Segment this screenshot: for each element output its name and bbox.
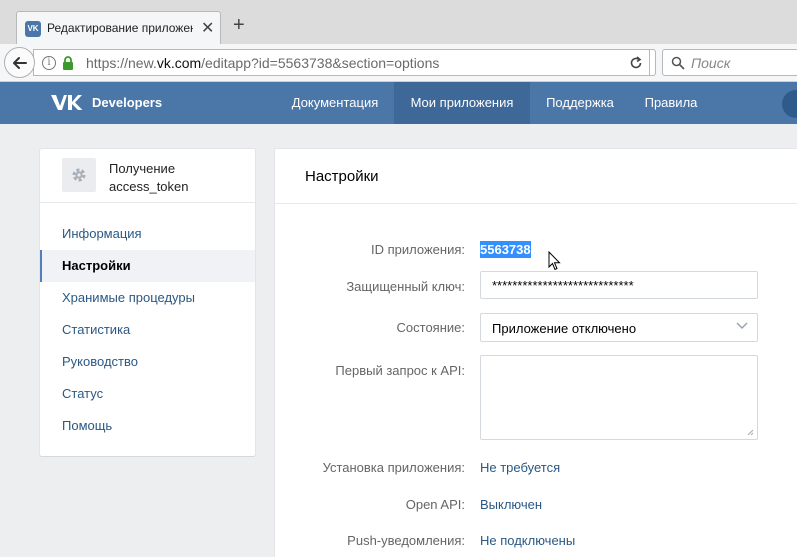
reload-icon [630, 56, 642, 69]
vk-favicon-icon: VK [25, 21, 41, 37]
secret-key-label: Защищенный ключ: [346, 279, 465, 294]
secret-key-value: **************************** [492, 278, 634, 293]
vk-header: Developers Документация Мои приложения П… [0, 82, 797, 124]
panel-header: Настройки [275, 149, 797, 204]
first-request-label: Первый запрос к API: [335, 363, 465, 378]
search-placeholder: Поиск [691, 55, 731, 71]
nav-documentation[interactable]: Документация [276, 82, 394, 124]
app-id-value[interactable]: 5563738 [480, 241, 531, 258]
first-request-textarea[interactable] [480, 355, 758, 440]
resize-handle-icon[interactable] [746, 428, 754, 436]
sidebar-item-help[interactable]: Помощь [40, 410, 255, 442]
state-select[interactable]: Приложение отключено [480, 313, 758, 342]
openapi-label: Open API: [405, 497, 465, 512]
sidebar-item-settings[interactable]: Настройки [40, 250, 255, 282]
reload-button[interactable] [622, 49, 650, 76]
app-name: Получение access_token [109, 161, 189, 194]
page-title: Настройки [305, 168, 379, 185]
browser-navbar: i https://new.vk.com/editapp?id=5563738&… [0, 44, 797, 82]
install-label: Установка приложения: [322, 460, 465, 475]
app-id-label: ID приложения: [371, 242, 465, 257]
lock-icon [63, 56, 73, 70]
url-prefix: https://new. [86, 55, 157, 71]
chevron-down-icon [736, 322, 748, 329]
browser-tab[interactable]: VK Редактирование приложения ✕ [16, 11, 221, 44]
new-tab-icon[interactable]: + [233, 15, 245, 35]
url-domain: vk.com [156, 55, 202, 71]
tab-title: Редактирование приложения [47, 21, 193, 35]
sidebar-item-info[interactable]: Информация [40, 218, 255, 250]
mouse-cursor-icon [548, 251, 561, 271]
state-select-value: Приложение отключено [492, 321, 637, 336]
install-value-link[interactable]: Не требуется [480, 460, 560, 475]
address-bar[interactable]: i https://new.vk.com/editapp?id=5563738&… [33, 49, 656, 76]
close-tab-icon[interactable]: ✕ [201, 18, 214, 38]
vk-logo-icon[interactable] [50, 93, 83, 113]
nav-support[interactable]: Поддержка [530, 82, 630, 124]
app-sidebar: Получение access_token Информация Настро… [40, 149, 255, 456]
nav-rules[interactable]: Правила [630, 82, 712, 124]
sidebar-item-guide[interactable]: Руководство [40, 346, 255, 378]
app-card[interactable]: Получение access_token [40, 149, 255, 203]
state-label: Состояние: [396, 320, 465, 335]
push-label: Push-уведомления: [347, 533, 465, 548]
app-gear-icon [62, 158, 96, 192]
developers-brand[interactable]: Developers [92, 95, 162, 110]
nav-my-apps[interactable]: Мои приложения [394, 82, 530, 124]
back-arrow-icon [13, 57, 27, 69]
openapi-value-link[interactable]: Выключен [480, 497, 542, 512]
settings-panel: Настройки ID приложения: 5563738 Защищен… [275, 149, 797, 557]
sidebar-item-stored-procedures[interactable]: Хранимые процедуры [40, 282, 255, 314]
info-icon[interactable]: i [42, 56, 56, 70]
sidebar-item-stats[interactable]: Статистика [40, 314, 255, 346]
search-icon [671, 56, 685, 70]
back-button[interactable] [4, 47, 35, 78]
secret-key-field[interactable]: **************************** [480, 271, 758, 299]
url-path: /editapp?id=5563738&section=options [201, 55, 440, 71]
browser-search-box[interactable]: Поиск [662, 49, 797, 76]
header-search-button[interactable] [782, 90, 797, 118]
browser-tab-strip: VK Редактирование приложения ✕ + [0, 0, 797, 44]
url-text: https://new.vk.com/editapp?id=5563738&se… [86, 55, 439, 71]
push-value-link[interactable]: Не подключены [480, 533, 575, 548]
sidebar-item-status[interactable]: Статус [40, 378, 255, 410]
